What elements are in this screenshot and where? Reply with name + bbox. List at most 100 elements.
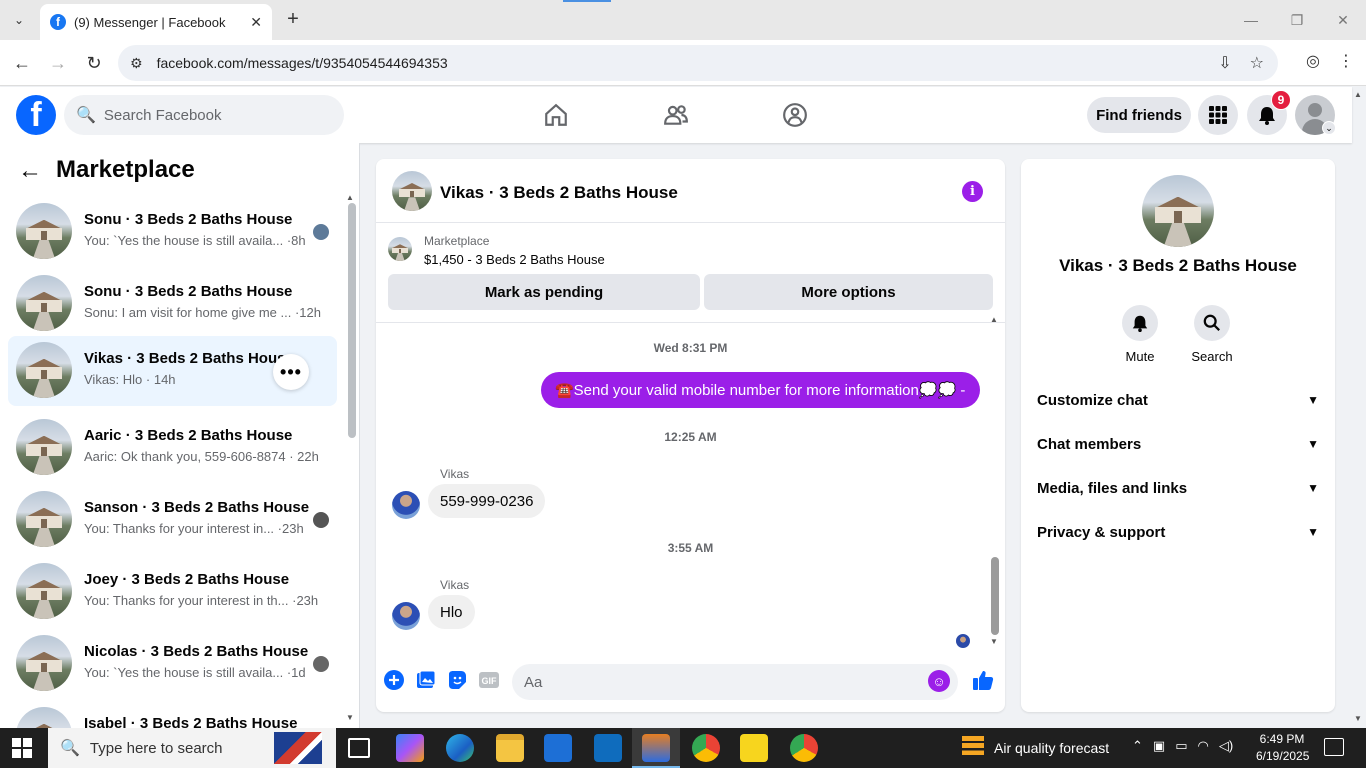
file-explorer-icon[interactable] — [496, 734, 524, 762]
scroll-up-arrow-icon[interactable]: ▲ — [990, 315, 998, 324]
battery-icon[interactable]: ▭ — [1175, 738, 1187, 754]
profile-icon[interactable]: ◎ — [1306, 51, 1320, 71]
chrome-profile-icon[interactable] — [790, 734, 818, 762]
more-options-button[interactable]: More options — [704, 274, 993, 310]
facebook-search-box[interactable]: 🔍 — [64, 95, 344, 135]
incoming-message[interactable]: 559-999-0236 — [428, 484, 546, 518]
menu-grid-icon[interactable] — [1198, 95, 1238, 135]
mute-button[interactable]: Mute — [1110, 305, 1170, 364]
back-arrow-icon[interactable]: ← — [18, 157, 42, 185]
remote-app-icon[interactable] — [642, 734, 670, 762]
store-icon[interactable] — [544, 734, 572, 762]
search-icon[interactable] — [1194, 305, 1230, 341]
tray-chevron-icon[interactable]: ⌃ — [1132, 738, 1143, 754]
air-quality-icon — [962, 736, 984, 760]
listing-thumbnail — [16, 419, 72, 475]
add-attachment-icon[interactable] — [383, 669, 405, 691]
info-icon[interactable]: i — [962, 181, 983, 202]
mark-as-pending-button[interactable]: Mark as pending — [388, 274, 700, 310]
gif-icon[interactable]: GIF — [478, 669, 500, 691]
page-scroll-down-icon[interactable]: ▼ — [1354, 714, 1362, 723]
conversation-item-active[interactable]: Vikas · 3 Beds 2 Baths House Vikas: Hlo … — [8, 336, 337, 406]
media-files-links-row[interactable]: Media, files and links ▼ — [1029, 466, 1327, 510]
bookmark-star-icon[interactable]: ☆ — [1250, 53, 1264, 73]
browser-menu-icon[interactable]: ⋮ — [1338, 51, 1354, 71]
volume-icon[interactable]: ◁) — [1219, 738, 1233, 754]
sender-avatar[interactable] — [392, 491, 420, 519]
sticker-icon[interactable] — [446, 669, 468, 691]
section-label: Privacy & support — [1037, 523, 1166, 541]
conversation-item[interactable]: Isabel · 3 Beds 2 Baths House — [8, 701, 337, 728]
sender-avatar[interactable] — [392, 602, 420, 630]
account-chevron-icon[interactable]: ⌄ — [1322, 121, 1336, 135]
conversation-item[interactable]: Sanson · 3 Beds 2 Baths House You: Thank… — [8, 485, 337, 555]
chat-members-row[interactable]: Chat members ▼ — [1029, 422, 1327, 466]
message-input-box[interactable]: ☺ — [512, 664, 958, 700]
minimize-button[interactable]: — — [1228, 0, 1274, 40]
conversation-name: Vikas · 3 Beds 2 Baths House — [84, 350, 294, 367]
facebook-search-input[interactable] — [103, 106, 324, 124]
sticky-notes-icon[interactable] — [740, 734, 768, 762]
conversation-item[interactable]: Joey · 3 Beds 2 Baths House You: Thanks … — [8, 557, 337, 627]
privacy-support-row[interactable]: Privacy & support ▼ — [1029, 510, 1327, 554]
wifi-icon[interactable]: ◠ — [1198, 738, 1209, 754]
tab-search-button[interactable]: ⌄ — [6, 8, 32, 32]
weather-widget[interactable]: Air quality forecast — [962, 736, 1109, 760]
facebook-logo-icon[interactable]: f — [16, 95, 56, 135]
seen-avatar — [313, 512, 329, 528]
conversation-item[interactable]: Aaric · 3 Beds 2 Baths House Aaric: Ok t… — [8, 413, 337, 483]
chrome-icon[interactable] — [692, 734, 720, 762]
tab-close-icon[interactable]: ✕ — [250, 14, 262, 31]
notification-center-icon[interactable] — [1324, 738, 1344, 756]
scroll-down-arrow-icon[interactable]: ▼ — [990, 637, 998, 646]
listing-thumbnail — [16, 563, 72, 619]
message-input[interactable] — [524, 673, 904, 691]
home-icon[interactable] — [540, 99, 572, 131]
search-in-chat-button[interactable]: Search — [1182, 305, 1242, 364]
conversation-item[interactable]: Nicolas · 3 Beds 2 Baths House You: `Yes… — [8, 629, 337, 699]
browser-tab[interactable]: f (9) Messenger | Facebook ✕ — [40, 4, 272, 40]
copilot-icon[interactable] — [396, 734, 424, 762]
page-scroll-up-icon[interactable]: ▲ — [1354, 90, 1362, 99]
profile-picture[interactable] — [1142, 175, 1214, 247]
groups-icon[interactable] — [779, 99, 811, 131]
friends-icon[interactable] — [660, 99, 692, 131]
listing-thumbnail[interactable] — [388, 237, 412, 261]
scroll-up-arrow-icon[interactable]: ▲ — [346, 193, 354, 202]
windows-start-icon[interactable] — [12, 738, 32, 758]
meet-icon[interactable]: ▣ — [1153, 738, 1165, 754]
close-window-button[interactable]: ✕ — [1320, 0, 1366, 40]
url-text[interactable]: facebook.com/messages/t/9354054544694353 — [157, 55, 448, 71]
chat-scrollbar[interactable]: ▲ ▼ — [990, 315, 999, 646]
outgoing-message[interactable]: ☎️Send your valid mobile number for more… — [541, 372, 980, 408]
reload-icon[interactable]: ↻ — [82, 51, 106, 75]
find-friends-button[interactable]: Find friends — [1087, 97, 1191, 133]
thumbs-up-icon[interactable] — [972, 669, 994, 691]
back-icon[interactable]: ← — [10, 51, 34, 75]
edge-icon[interactable] — [446, 734, 474, 762]
emoji-icon[interactable]: ☺ — [928, 670, 950, 692]
conversation-item[interactable]: Sonu · 3 Beds 2 Baths House Sonu: I am v… — [8, 269, 337, 339]
chat-avatar[interactable] — [392, 171, 432, 211]
customize-chat-row[interactable]: Customize chat ▼ — [1029, 378, 1327, 422]
new-tab-button[interactable]: + — [282, 8, 304, 30]
restore-button[interactable]: ❐ — [1274, 0, 1320, 40]
omnibox[interactable]: ⚙ facebook.com/messages/t/93540545446943… — [118, 45, 1278, 81]
taskbar-search-box[interactable]: 🔍 Type here to search — [48, 728, 336, 768]
forward-icon[interactable]: → — [46, 51, 70, 75]
conversation-item[interactable]: Sonu · 3 Beds 2 Baths House You: `Yes th… — [8, 197, 337, 267]
incoming-message[interactable]: Hlo — [428, 595, 475, 629]
listing-title[interactable]: $1,450 - 3 Beds 2 Baths House — [424, 252, 605, 267]
conversation-scrollbar[interactable] — [348, 203, 356, 438]
chat-title[interactable]: Vikas · 3 Beds 2 Baths House — [440, 183, 678, 203]
bell-icon[interactable] — [1122, 305, 1158, 341]
photo-icon[interactable] — [415, 669, 437, 691]
install-app-icon[interactable]: ⇩ — [1218, 53, 1231, 73]
task-view-icon[interactable] — [348, 738, 370, 758]
site-info-icon[interactable]: ⚙ — [130, 55, 143, 72]
system-clock[interactable]: 6:49 PM 6/19/2025 — [1256, 731, 1309, 765]
scroll-down-arrow-icon[interactable]: ▼ — [346, 713, 354, 722]
more-options-icon[interactable]: ••• — [273, 354, 309, 390]
seen-avatar — [313, 656, 329, 672]
outlook-icon[interactable] — [594, 734, 622, 762]
